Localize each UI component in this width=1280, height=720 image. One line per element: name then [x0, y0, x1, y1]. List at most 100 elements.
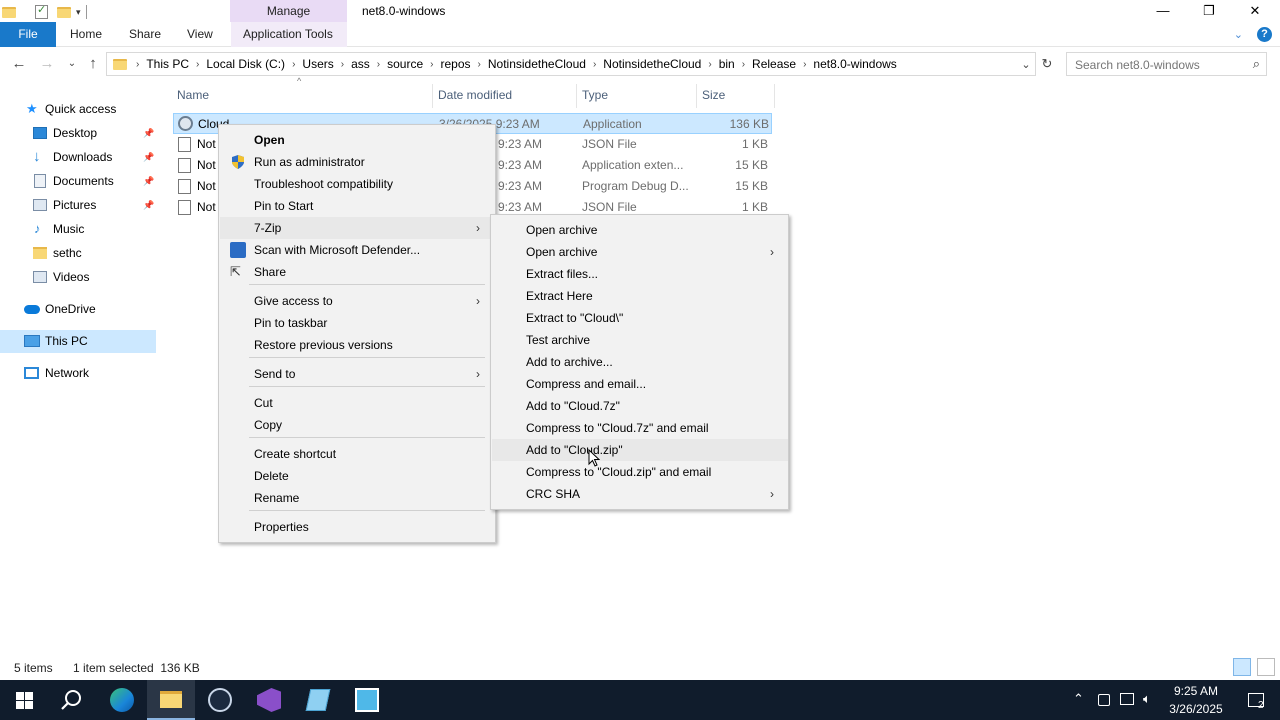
menu-item-compress-7z-email[interactable]: Compress to "Cloud.7z" and email [492, 417, 788, 439]
menu-item-cut[interactable]: Cut [220, 392, 495, 414]
menu-item-troubleshoot[interactable]: Troubleshoot compatibility [220, 173, 495, 195]
breadcrumb-separator[interactable]: › [590, 59, 599, 70]
edge-taskbar-button[interactable] [98, 680, 146, 720]
menu-item-test-archive[interactable]: Test archive [492, 329, 788, 351]
menu-item-restore-versions[interactable]: Restore previous versions [220, 334, 495, 356]
column-header-size[interactable]: Size [702, 84, 725, 106]
start-button[interactable] [0, 680, 48, 720]
close-button[interactable]: ✕ [1232, 0, 1278, 22]
tab-home[interactable]: Home [58, 22, 114, 47]
sidebar-item-onedrive[interactable]: OneDrive [0, 298, 156, 320]
menu-item-send-to[interactable]: Send to › [220, 363, 495, 385]
menu-item-create-shortcut[interactable]: Create shortcut [220, 443, 495, 465]
sidebar-item-downloads[interactable]: ↓ Downloads 📌 [0, 146, 156, 168]
menu-item-open-archive-as[interactable]: Open archive › [492, 241, 788, 263]
menu-item-rename[interactable]: Rename [220, 487, 495, 509]
breadcrumb-separator[interactable]: › [338, 59, 347, 70]
breadcrumb-separator[interactable]: › [374, 59, 383, 70]
breadcrumb-separator[interactable]: › [427, 59, 436, 70]
pin-icon[interactable]: 📌 [143, 194, 154, 216]
breadcrumb-users[interactable]: Users [298, 57, 337, 71]
new-folder-icon[interactable] [57, 6, 71, 18]
back-button[interactable]: ← [9, 53, 29, 75]
column-divider[interactable] [774, 84, 775, 108]
file-explorer-taskbar-button[interactable] [147, 680, 195, 720]
breadcrumb-ass[interactable]: ass [347, 57, 374, 71]
steam-taskbar-button[interactable] [196, 680, 244, 720]
breadcrumb-repos[interactable]: repos [437, 57, 475, 71]
breadcrumb-separator[interactable]: › [800, 59, 809, 70]
visual-studio-taskbar-button[interactable] [245, 680, 293, 720]
folder-icon[interactable] [2, 6, 16, 18]
show-hidden-icons-button[interactable]: ⌃ [1073, 691, 1084, 707]
column-header-name[interactable]: Name [177, 84, 209, 106]
pin-icon[interactable]: 📌 [143, 146, 154, 168]
menu-item-extract-files[interactable]: Extract files... [492, 263, 788, 285]
menu-item-7zip[interactable]: 7-Zip › [220, 217, 495, 239]
customize-toolbar-icon[interactable]: ▾ [76, 7, 81, 18]
network-icon[interactable] [1120, 693, 1134, 705]
breadcrumb-release[interactable]: Release [748, 57, 800, 71]
column-divider[interactable] [432, 84, 433, 108]
tab-application-tools[interactable]: Application Tools [231, 22, 347, 47]
search-button[interactable] [48, 680, 96, 720]
breadcrumb-source[interactable]: source [383, 57, 427, 71]
column-divider[interactable] [576, 84, 577, 108]
menu-item-crc-sha[interactable]: CRC SHA › [492, 483, 788, 505]
expand-ribbon-icon[interactable]: ⌄ [1234, 28, 1243, 41]
restore-button[interactable]: ❐ [1186, 0, 1232, 22]
search-input[interactable]: Search net8.0-windows [1075, 58, 1200, 72]
menu-item-pin-to-start[interactable]: Pin to Start [220, 195, 495, 217]
sidebar-item-network[interactable]: Network [0, 362, 156, 384]
menu-item-extract-here[interactable]: Extract Here [492, 285, 788, 307]
breadcrumb-separator[interactable]: › [739, 59, 748, 70]
minimize-button[interactable]: — [1140, 0, 1186, 22]
sidebar-item-pictures[interactable]: Pictures 📌 [0, 194, 156, 216]
address-bar[interactable]: › This PC › Local Disk (C:) › Users › as… [106, 52, 1036, 76]
column-header-type[interactable]: Type [582, 84, 608, 106]
volume-icon[interactable]: 🔈︎ [1143, 691, 1151, 707]
menu-item-add-to-archive[interactable]: Add to archive... [492, 351, 788, 373]
breadcrumb-this-pc[interactable]: This PC [142, 57, 193, 71]
menu-item-open-archive[interactable]: Open archive [492, 219, 788, 241]
menu-item-add-to-zip[interactable]: Add to "Cloud.zip" [492, 439, 788, 461]
sidebar-item-documents[interactable]: Documents 📌 [0, 170, 156, 192]
menu-item-copy[interactable]: Copy [220, 414, 495, 436]
search-icon[interactable]: ⌕ [1253, 56, 1260, 72]
menu-item-properties[interactable]: Properties [220, 516, 495, 538]
breadcrumb-local-disk[interactable]: Local Disk (C:) [202, 57, 289, 71]
breadcrumb-separator[interactable]: › [475, 59, 484, 70]
pin-icon[interactable]: 📌 [143, 122, 154, 144]
menu-item-extract-to-folder[interactable]: Extract to "Cloud\" [492, 307, 788, 329]
menu-item-give-access[interactable]: Give access to › [220, 290, 495, 312]
properties-icon[interactable] [35, 3, 48, 19]
breadcrumb-bin[interactable]: bin [715, 57, 739, 71]
address-history-dropdown[interactable]: ⌄ [1017, 58, 1035, 71]
breadcrumb-separator[interactable]: › [133, 59, 142, 70]
meet-now-icon[interactable] [1098, 694, 1110, 706]
app-taskbar-button[interactable] [343, 680, 391, 720]
sidebar-item-videos[interactable]: Videos [0, 266, 156, 288]
pin-icon[interactable]: 📌 [143, 170, 154, 192]
refresh-button[interactable]: ↻ [1037, 54, 1057, 74]
breadcrumb-net8[interactable]: net8.0-windows [809, 57, 900, 71]
sidebar-item-desktop[interactable]: Desktop 📌 [0, 122, 156, 144]
recent-locations-button[interactable]: ⌄ [62, 53, 82, 75]
sidebar-item-sethc[interactable]: sethc [0, 242, 156, 264]
up-button[interactable]: ↑ [83, 53, 103, 75]
sidebar-item-quick-access[interactable]: ★ Quick access [0, 98, 156, 120]
large-icons-view-button[interactable] [1257, 658, 1275, 676]
breadcrumb-separator[interactable]: › [289, 59, 298, 70]
tab-view[interactable]: View [175, 22, 225, 47]
search-box[interactable]: Search net8.0-windows ⌕ [1066, 52, 1267, 76]
sidebar-item-this-pc[interactable]: This PC [0, 330, 156, 353]
breadcrumb-separator[interactable]: › [193, 59, 202, 70]
action-center-button[interactable]: 2 [1232, 680, 1280, 720]
menu-item-share[interactable]: ⇱ Share [220, 261, 495, 283]
menu-item-compress-and-email[interactable]: Compress and email... [492, 373, 788, 395]
notepad-taskbar-button[interactable] [294, 680, 342, 720]
menu-item-open[interactable]: Open [220, 129, 495, 151]
forward-button[interactable]: → [37, 53, 57, 75]
clock[interactable]: 9:25 AM 3/26/2025 [1160, 682, 1232, 718]
details-view-button[interactable] [1233, 658, 1251, 676]
